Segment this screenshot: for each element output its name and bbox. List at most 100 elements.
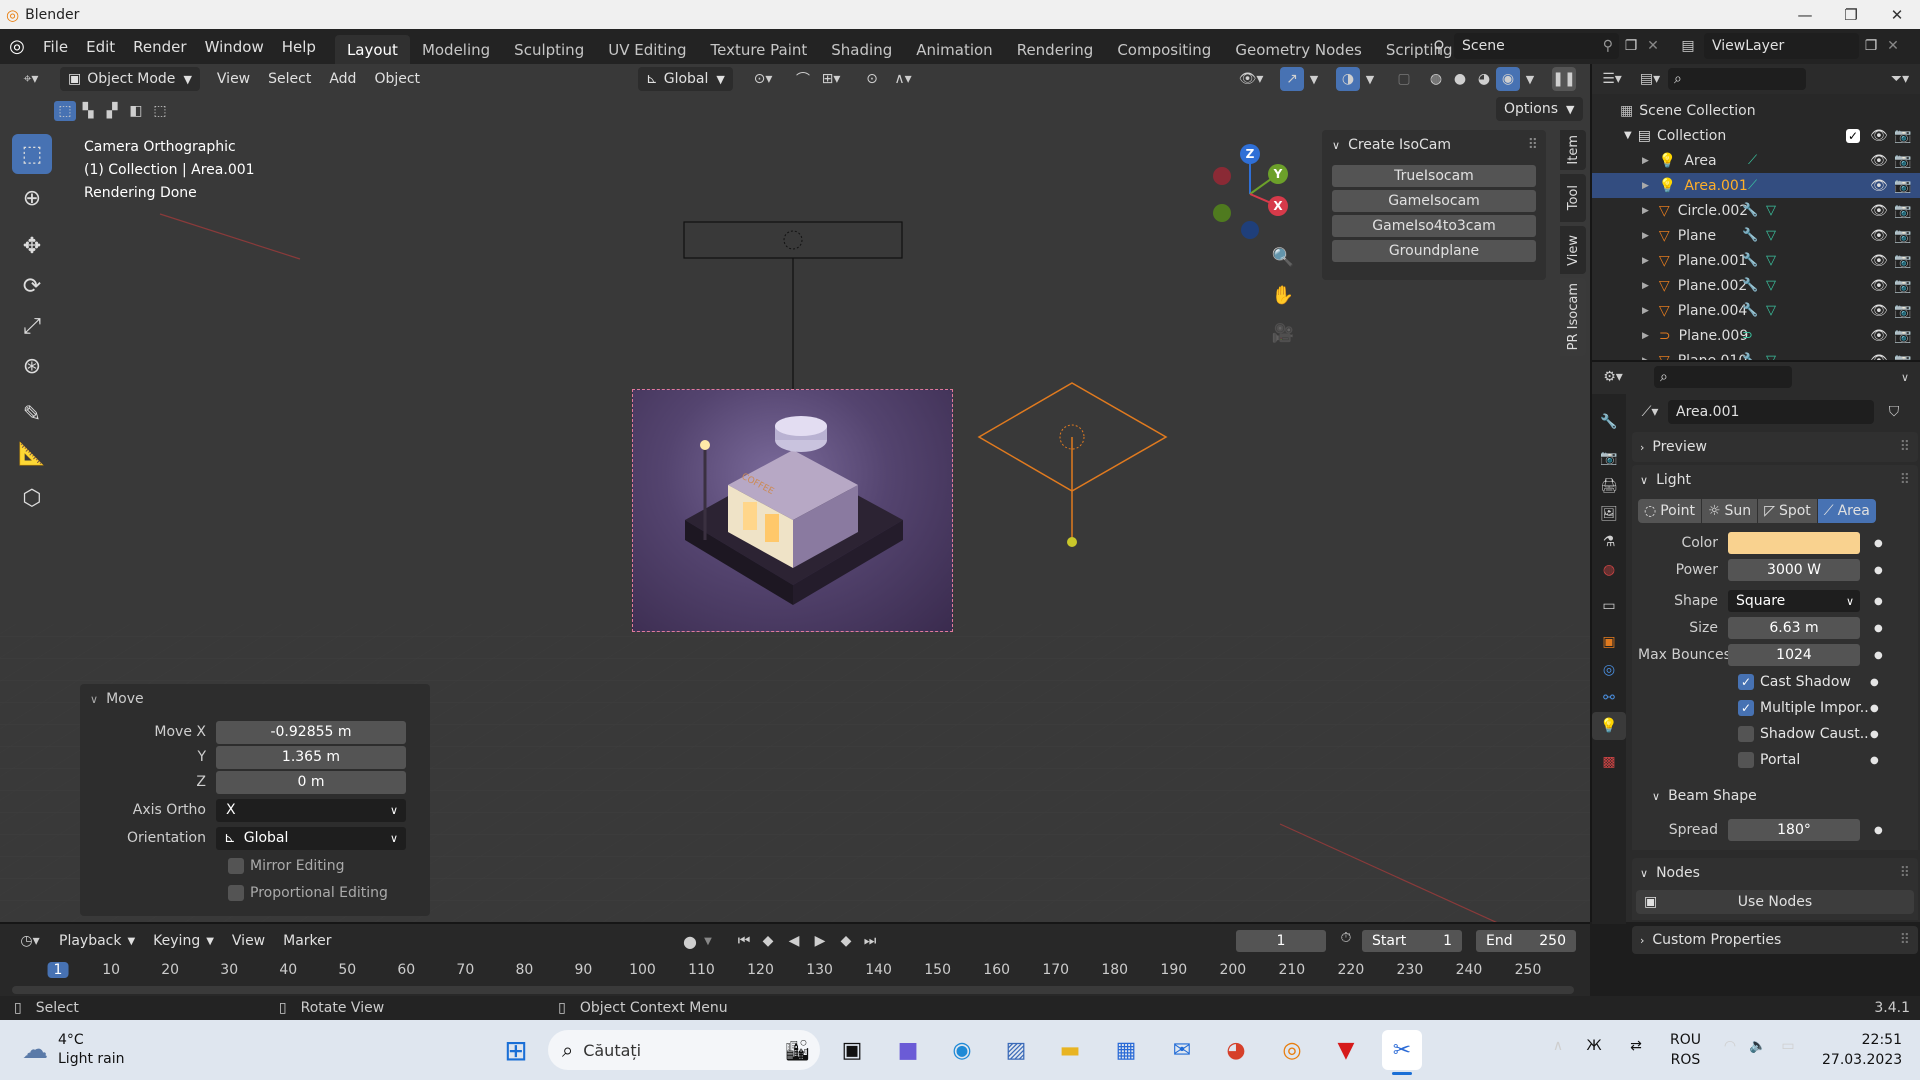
close-button[interactable]: ✕ (1874, 0, 1920, 29)
tray-settings-icon[interactable]: ⇄ (1624, 1038, 1648, 1054)
menu-file[interactable]: File (34, 34, 77, 60)
max-bounces-field[interactable]: 1024 (1728, 644, 1860, 666)
output-tab-icon[interactable]: 🖨 (1592, 472, 1626, 500)
solid-shading-icon[interactable]: ● (1448, 71, 1472, 87)
keyframe-dot-icon[interactable]: ● (1874, 650, 1883, 661)
frame-ruler[interactable]: 1 10 20 30 40 50 60 70 80 90 100 110 120 130 140 150 160… (0, 962, 1590, 984)
snipping-tool-icon[interactable]: ✂ (1382, 1030, 1422, 1070)
proportional-checkbox[interactable] (228, 885, 244, 901)
sidebar-tab-item[interactable]: Item (1560, 130, 1586, 170)
shadow-caustics-toggle[interactable]: Shadow Caust... ● (1638, 722, 1910, 746)
tab-compositing[interactable]: Compositing (1105, 35, 1223, 64)
stopwatch-icon[interactable]: ⏱ (1334, 930, 1358, 946)
teams-icon[interactable]: ■ (888, 1030, 928, 1070)
eye-icon[interactable]: 👁 (1870, 328, 1888, 344)
wifi-icon[interactable]: ◠ (1718, 1038, 1742, 1054)
pan-hand-icon[interactable]: ✋ (1268, 280, 1298, 310)
start-button[interactable]: ⊞ (496, 1030, 536, 1070)
modifier-icon[interactable]: 🔧 (1742, 203, 1758, 218)
timeline-menu-keying[interactable]: Keying ▼ (144, 928, 223, 954)
measure-tool[interactable]: 📐 (12, 434, 52, 474)
tool-tab-icon[interactable]: 🔧 (1592, 408, 1626, 436)
outliner-row[interactable]: ▶ ⊃ Plane.009 ⊃ 👁 📷 (1592, 323, 1920, 348)
outliner-row[interactable]: ▶ ▽ Plane.001 🔧 ▽ 👁 📷 (1592, 248, 1920, 273)
sidebar-tab-view[interactable]: View (1560, 226, 1586, 274)
expand-icon[interactable]: ▶ (1642, 281, 1649, 291)
light-panel-header[interactable]: ∨ Light ⠿ (1632, 465, 1918, 495)
play-reverse-icon[interactable]: ◀ (782, 933, 806, 949)
power-field[interactable]: 3000 W (1728, 559, 1860, 581)
gizmo-toggle-icon[interactable]: ↗ (1280, 67, 1304, 91)
new-viewlayer-icon[interactable]: ❐ (1859, 38, 1883, 54)
move-y-field[interactable]: 1.365 m (216, 745, 406, 769)
mesh-data-icon[interactable]: ▽ (1766, 203, 1776, 218)
cast-shadow-toggle[interactable]: ✓ Cast Shadow ● (1638, 670, 1910, 694)
eye-icon[interactable]: 👁 (1870, 278, 1888, 294)
modifier-icon[interactable]: 🔧 (1742, 228, 1758, 243)
eye-icon[interactable]: 👁 (1870, 228, 1888, 244)
rendered-shading-icon[interactable]: ◉ (1496, 67, 1520, 91)
tab-animation[interactable]: Animation (904, 35, 1004, 64)
next-keyframe-icon[interactable]: ◆ (834, 933, 858, 949)
multiple-importance-checkbox[interactable]: ✓ (1738, 700, 1754, 716)
portal-toggle[interactable]: Portal ● (1638, 748, 1910, 772)
camera-icon[interactable]: 📷 (1894, 153, 1911, 169)
expand-icon[interactable]: ▶ (1642, 306, 1649, 316)
timeline-menu-view[interactable]: View (223, 928, 274, 954)
light-data-icon[interactable]: ⟋ (1748, 178, 1757, 193)
menu-window[interactable]: Window (196, 34, 273, 60)
eye-icon[interactable]: 👁 (1870, 303, 1888, 319)
falloff-icon[interactable]: ∧▾ (888, 71, 918, 87)
drag-handle-icon[interactable]: ⠿ (1900, 439, 1910, 455)
select-subtract-icon[interactable]: ▞ (100, 103, 124, 119)
camera-view-icon[interactable]: 🎥 (1268, 318, 1298, 348)
scene-collection-row[interactable]: ▦ Scene Collection (1592, 98, 1920, 123)
outliner-row[interactable]: ▶ 💡 Area.001 ⟋ 👁 📷 (1592, 173, 1920, 198)
tray-app-icon[interactable]: Ж (1582, 1038, 1606, 1054)
viewport-menu-view[interactable]: View (208, 66, 259, 92)
snap-target-icon[interactable]: ⊞▾ (816, 71, 846, 87)
scene-name-field[interactable]: Scene ⚲ (1454, 33, 1619, 59)
eye-icon[interactable]: 👁 (1870, 153, 1888, 169)
select-new-icon[interactable]: ⬚ (54, 101, 76, 121)
light-data-icon[interactable]: ⟋▾ (1632, 404, 1668, 420)
keyframe-dot-icon[interactable]: ● (1870, 729, 1879, 740)
jump-end-icon[interactable]: ⏭ (858, 933, 882, 949)
object-tab-icon[interactable]: ▣ (1592, 628, 1626, 656)
select-invert-icon[interactable]: ◧ (124, 103, 148, 119)
world-tab-icon[interactable]: ◍ (1592, 556, 1626, 584)
camera-icon[interactable]: 📷 (1894, 328, 1911, 344)
blender-menu-icon[interactable]: ◎ (0, 36, 34, 57)
clock[interactable]: 22:51 27.03.2023 (1822, 1030, 1902, 1070)
beam-shape-header[interactable]: ∨ Beam Shape (1638, 782, 1910, 810)
expand-icon[interactable]: ▶ (1642, 231, 1649, 241)
menu-edit[interactable]: Edit (77, 34, 124, 60)
viewlayer-selector[interactable]: ▤ ViewLayer ❐ ✕ (1672, 33, 1903, 59)
chrome-icon[interactable]: ◕ (1216, 1030, 1256, 1070)
keyframe-dot-icon[interactable]: ● (1870, 755, 1879, 766)
collection-row[interactable]: ▼ ▤ Collection ✓ 👁 📷 (1592, 123, 1920, 148)
file-explorer-icon[interactable]: ▬ (1050, 1030, 1090, 1070)
light-type-spot[interactable]: ◸ Spot (1758, 499, 1817, 523)
outliner-search[interactable]: ⌕ (1668, 68, 1806, 90)
select-box-tool[interactable]: ⬚ (12, 134, 52, 174)
start-frame-field[interactable]: Start 1 (1362, 930, 1462, 952)
view-layer-tab-icon[interactable]: 🖼 (1592, 500, 1626, 528)
camera-icon[interactable]: 📷 (1894, 303, 1911, 319)
annotate-tool[interactable]: ✎ (12, 394, 52, 434)
snap-icon[interactable]: ⌒ (788, 69, 818, 89)
texture-tab-icon[interactable]: ▩ (1592, 748, 1626, 776)
volume-icon[interactable]: 🔈 (1746, 1038, 1770, 1054)
portal-checkbox[interactable] (1738, 752, 1754, 768)
light-data-icon[interactable]: ⟋ (1748, 153, 1757, 168)
tab-modeling[interactable]: Modeling (410, 35, 502, 64)
transform-orientation-dropdown[interactable]: ⊾ Global ▼ (638, 67, 733, 91)
modifier-icon[interactable]: ⊃ (1742, 328, 1753, 343)
spread-field[interactable]: 180° (1728, 819, 1860, 841)
eye-icon[interactable]: 👁 (1870, 178, 1888, 194)
collection-exclude-checkbox[interactable]: ✓ (1846, 128, 1860, 143)
sidebar-tab-pr-isocam[interactable]: PR Isocam (1560, 278, 1586, 356)
new-scene-icon[interactable]: ❐ (1619, 38, 1643, 54)
light-data-tab-icon[interactable]: 💡 (1592, 712, 1626, 740)
photos-icon[interactable]: ▨ (996, 1030, 1036, 1070)
